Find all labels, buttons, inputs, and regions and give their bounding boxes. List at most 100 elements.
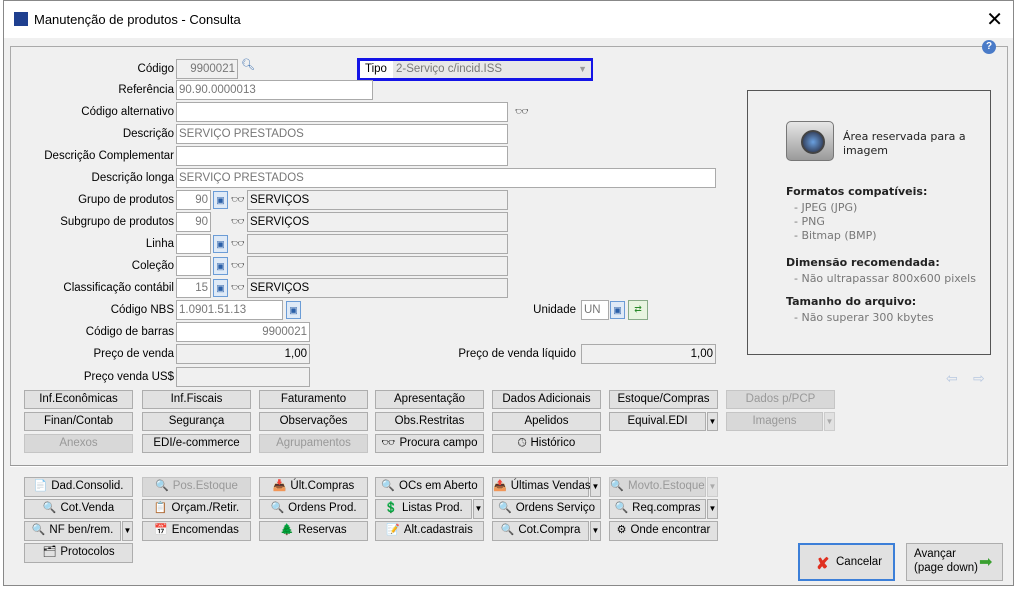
next-image-icon[interactable]: ⇨ [973, 370, 985, 387]
binoculars-icon[interactable]: 👓︎ [231, 237, 246, 251]
lookup-button[interactable]: ▣ [213, 279, 228, 297]
binoculars-icon[interactable]: 👓︎ [231, 193, 246, 207]
tab-button-observa-es[interactable]: Observações [259, 412, 368, 431]
chevron-down-icon[interactable]: ▼ [824, 412, 835, 431]
cancel-icon: ✘ [816, 556, 830, 573]
preco-usd-input [176, 367, 310, 387]
action-button--lt-compras[interactable]: 📥 Últ.Compras [259, 477, 368, 497]
tab-button-inf-fiscais[interactable]: Inf.Fiscais [142, 390, 251, 409]
tab-button-equival-edi[interactable]: Equival.EDI [609, 412, 706, 431]
button-label: Encomendas [171, 524, 239, 536]
action-button--ltimas-vendas[interactable]: 📤 Últimas Vendas [492, 477, 591, 497]
button-label: Reservas [298, 524, 347, 536]
action-button-listas-prod-[interactable]: 💲 Listas Prod. [375, 499, 472, 519]
action-button-dad-consolid-[interactable]: 📄 Dad.Consolid. [24, 477, 133, 497]
grupo-code-input[interactable]: 90 [176, 190, 211, 210]
referencia-label: Referência [118, 84, 174, 96]
action-button-or-am-retir-[interactable]: 📋 Orçam./Retir. [142, 499, 251, 519]
action-button-cot-venda[interactable]: 🔍 Cot.Venda [24, 499, 133, 519]
tab-button-anexos[interactable]: Anexos [24, 434, 133, 453]
tipo-select[interactable]: Tipo 2-Serviço c/incid.ISS ▼ [357, 58, 593, 81]
chevron-down-icon[interactable]: ▼ [122, 521, 133, 541]
tab-button-faturamento[interactable]: Faturamento [259, 390, 368, 409]
codigo-input[interactable]: 9900021 [176, 59, 238, 79]
action-button-ordens-servi-o[interactable]: 🔍 Ordens Serviço [492, 499, 601, 519]
tab-button-seguran-a[interactable]: Segurança [142, 412, 251, 431]
lookup-button[interactable]: ▣ [610, 301, 625, 319]
chevron-down-icon[interactable]: ▼ [707, 477, 718, 497]
tab-button-imagens[interactable]: Imagens [726, 412, 823, 431]
chevron-down-icon[interactable]: ▼ [707, 412, 718, 431]
tab-button-procura-campo[interactable]: 👓︎ Procura campo [375, 434, 484, 453]
format-item: - PNG [794, 215, 825, 228]
action-button-nf-ben-rem-[interactable]: 🔍 NF ben/rem. [24, 521, 121, 541]
tab-button-apelidos[interactable]: Apelidos [492, 412, 601, 431]
tab-button-dados-adicionais[interactable]: Dados Adicionais [492, 390, 601, 409]
action-button-ocs-em-aberto[interactable]: 🔍 OCs em Aberto [375, 477, 484, 497]
chevron-down-icon[interactable]: ▼ [590, 477, 601, 497]
cancel-button[interactable]: ✘ Cancelar [798, 543, 895, 581]
subgrupo-code-input[interactable]: 90 [176, 212, 211, 232]
dimension-title: Dimensão recomendada: [786, 256, 940, 269]
action-button-encomendas[interactable]: 📅 Encomendas [142, 521, 251, 541]
tipo-value: 2-Serviço c/incid.ISS [393, 61, 591, 78]
binoculars-icon[interactable]: 👓︎ [231, 259, 246, 273]
nbs-input[interactable]: 1.0901.51.13 [176, 300, 283, 320]
action-button-req-compras[interactable]: 🔍 Req.compras [609, 499, 706, 519]
descricao-complementar-input[interactable] [176, 146, 508, 166]
colecao-desc [247, 256, 508, 276]
chevron-down-icon[interactable]: ▼ [590, 521, 601, 541]
colecao-code-input[interactable] [176, 256, 211, 276]
tab-button-dados-p-pcp[interactable]: Dados p/PCP [726, 390, 835, 409]
action-button-protocolos[interactable]: 🗂 Protocolos [24, 543, 133, 563]
action-button-reservas[interactable]: 🌲 Reservas [259, 521, 368, 541]
referencia-input[interactable]: 90.90.0000013 [176, 80, 373, 100]
classificacao-code-input[interactable]: 15 [176, 278, 211, 298]
button-icon: 🌲 [280, 524, 295, 536]
action-button-ordens-prod-[interactable]: 🔍 Ordens Prod. [259, 499, 368, 519]
button-label: NF ben/rem. [49, 524, 114, 536]
descricao-input[interactable]: SERVIÇO PRESTADOS [176, 124, 508, 144]
next-button[interactable]: Avançar (page down) ➡ [906, 543, 1003, 581]
action-button-onde-encontrar[interactable]: ⚙ Onde encontrar [609, 521, 718, 541]
button-label: Listas Prod. [401, 502, 463, 514]
previous-image-icon[interactable]: ⇦ [946, 370, 958, 387]
chevron-down-icon[interactable]: ▼ [473, 499, 484, 519]
unidade-input[interactable]: UN [581, 300, 609, 320]
formats-title: Formatos compatíveis: [786, 185, 928, 198]
tab-button-obs-restritas[interactable]: Obs.Restritas [375, 412, 484, 431]
tab-button-hist-rico[interactable]: 🕓︎ Histórico [492, 434, 601, 453]
separator [10, 465, 1008, 467]
descricao-longa-input[interactable]: SERVIÇO PRESTADOS [176, 168, 716, 188]
unit-conversion-icon[interactable]: ⇄ [628, 300, 648, 320]
tab-button-inf-econ-micas[interactable]: Inf.Econômicas [24, 390, 133, 409]
tab-button-agrupamentos[interactable]: Agrupamentos [259, 434, 368, 453]
close-button[interactable]: ✕ [986, 7, 1003, 32]
binoculars-icon[interactable]: 👓︎ [515, 105, 530, 119]
search-dropdown-icon[interactable]: 🔍︎ [241, 58, 256, 72]
binoculars-icon[interactable]: 👓︎ [231, 281, 246, 295]
action-button-movto-estoque[interactable]: 🔍 Movto.Estoque [609, 477, 706, 497]
chevron-down-icon[interactable]: ▼ [707, 499, 718, 519]
button-label: Estoque/Compras [617, 393, 710, 405]
chevron-down-icon: ▼ [578, 64, 587, 74]
tab-button-edi-e-commerce[interactable]: EDI/e-commerce [142, 434, 251, 453]
lookup-button[interactable]: ▣ [213, 235, 228, 253]
button-label: Cot.Venda [60, 502, 115, 514]
button-label: Finan/Contab [43, 415, 114, 427]
lookup-button[interactable]: ▣ [213, 191, 228, 209]
binoculars-icon[interactable]: 👓︎ [231, 215, 246, 229]
tab-button-estoque-compras[interactable]: Estoque/Compras [609, 390, 718, 409]
tab-button-finan-contab[interactable]: Finan/Contab [24, 412, 133, 431]
help-icon[interactable]: ? [982, 40, 996, 54]
action-button-cot-compra[interactable]: 🔍 Cot.Compra [492, 521, 589, 541]
image-area[interactable]: Área reservada para a imagem Formatos co… [747, 90, 991, 355]
action-button-alt-cadastrais[interactable]: 📝 Alt.cadastrais [375, 521, 484, 541]
tab-button-apresenta-o[interactable]: Apresentação [375, 390, 484, 409]
lookup-button[interactable]: ▣ [286, 301, 301, 319]
action-button-pos-estoque[interactable]: 🔍 Pos.Estoque [142, 477, 251, 497]
lookup-button[interactable]: ▣ [213, 257, 228, 275]
codigo-alternativo-input[interactable] [176, 102, 508, 122]
barras-input[interactable]: 9900021 [176, 322, 310, 342]
linha-code-input[interactable] [176, 234, 211, 254]
